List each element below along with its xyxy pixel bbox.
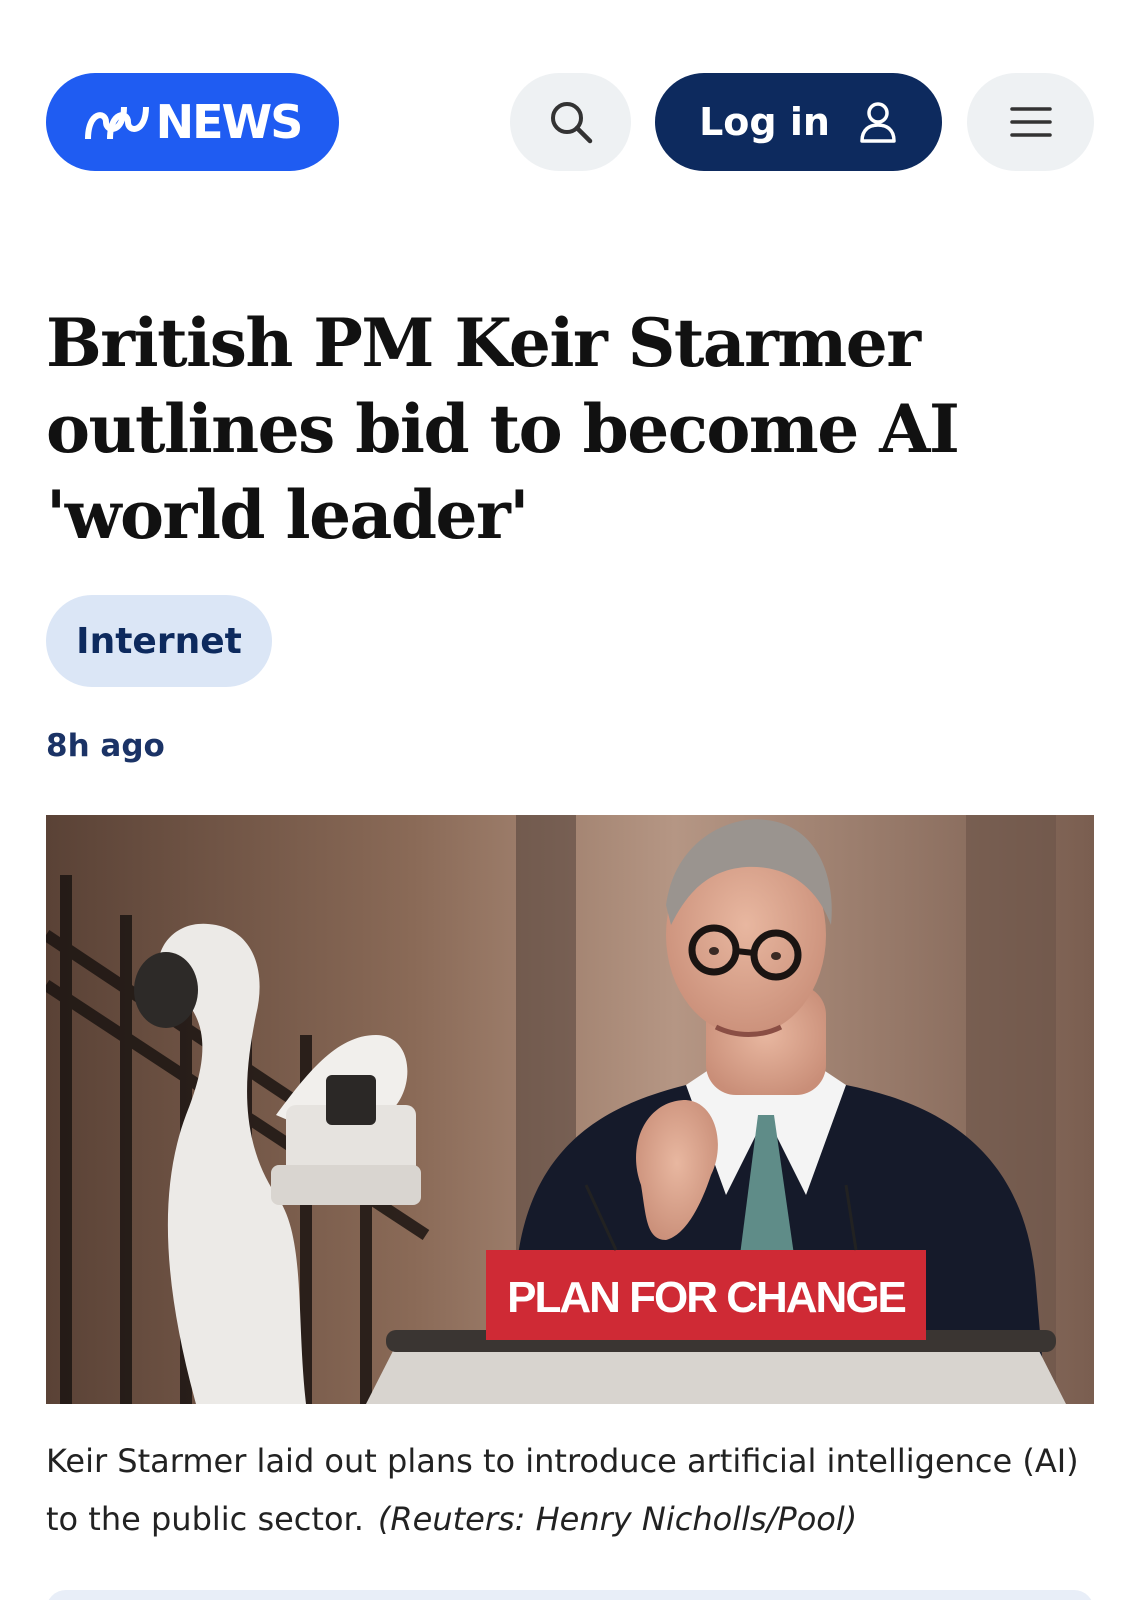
search-button[interactable] bbox=[510, 73, 631, 171]
hero-illustration: PLAN FOR CHANGE bbox=[46, 815, 1094, 1404]
podium-sign-text: PLAN FOR CHANGE bbox=[507, 1273, 905, 1322]
login-label: Log in bbox=[699, 100, 830, 144]
publish-timestamp: 8h ago bbox=[46, 728, 165, 764]
logo-text: NEWS bbox=[155, 95, 304, 149]
hero-image[interactable]: PLAN FOR CHANGE bbox=[46, 815, 1094, 1404]
topic-tag-internet[interactable]: Internet bbox=[46, 595, 272, 687]
image-caption: Keir Starmer laid out plans to introduce… bbox=[46, 1432, 1106, 1548]
abc-logo-icon bbox=[84, 106, 149, 140]
next-content-card bbox=[46, 1590, 1094, 1600]
site-header: NEWS Log in bbox=[0, 0, 1140, 200]
menu-button[interactable] bbox=[967, 73, 1094, 171]
user-icon bbox=[860, 102, 896, 143]
article-headline: British PM Keir Starmer outlines bid to … bbox=[46, 304, 960, 554]
search-icon bbox=[550, 102, 592, 144]
photo-credit: (Reuters: Henry Nicholls/Pool) bbox=[377, 1500, 858, 1538]
login-button[interactable]: Log in bbox=[655, 73, 942, 171]
hamburger-menu-icon bbox=[1009, 107, 1052, 137]
abc-news-logo[interactable]: NEWS bbox=[46, 73, 339, 171]
